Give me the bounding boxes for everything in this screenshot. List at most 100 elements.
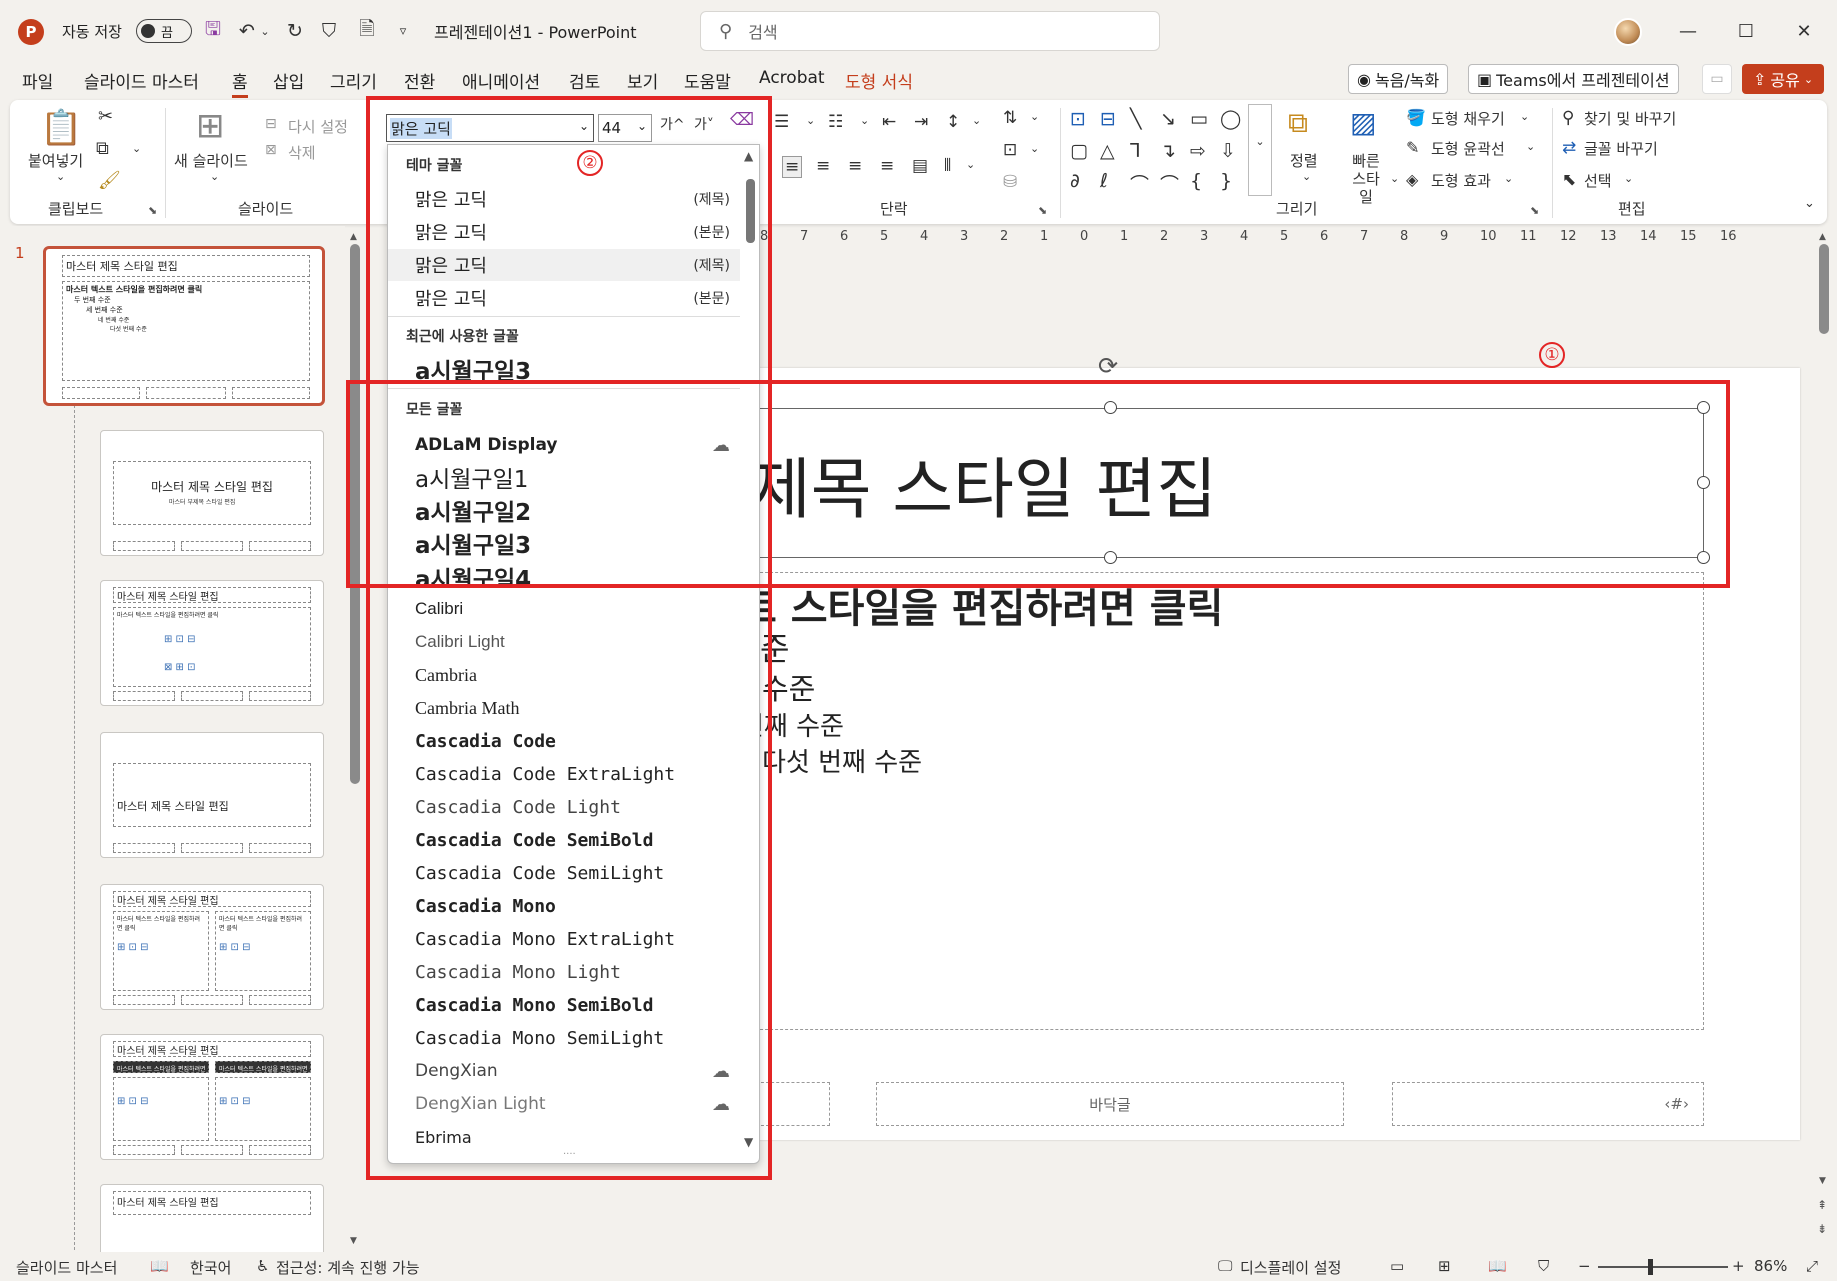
accessibility-status[interactable]: 접근성: 계속 진행 가능 [276,1257,420,1278]
scroll-down-icon[interactable]: ▼ [1819,1176,1826,1186]
quick-styles-icon[interactable]: ▨ [1350,106,1376,139]
scroll-up-icon[interactable]: ▲ [1819,232,1826,242]
scroll-down-icon[interactable]: ▼ [350,1236,357,1246]
tab-review[interactable]: 검토 [569,68,600,93]
replace-font-icon[interactable]: ⇄ [1562,138,1576,158]
tab-home[interactable]: 홈 [232,68,248,98]
layout-thumbnail-title[interactable]: 마스터 제목 스타일 편집 마스터 부제목 스타일 편집 [100,430,324,556]
maximize-icon[interactable]: ☐ [1726,14,1766,48]
numbering-dropdown-icon[interactable]: ⌄ [860,114,869,127]
collapse-ribbon-icon[interactable]: ⌄ [1804,196,1815,211]
shape-outline-dropdown-icon[interactable]: ⌄ [1526,140,1535,153]
select-dropdown-icon[interactable]: ⌄ [1624,172,1633,185]
paste-button-label[interactable]: 붙여넣기 [28,150,83,171]
display-settings-icon[interactable]: 🖵 [1218,1257,1232,1275]
layout-thumbnail-section[interactable]: 마스터 제목 스타일 편집 [100,732,324,858]
shape-fill-icon[interactable]: 🪣 [1406,108,1426,127]
language-status[interactable]: 한국어 [190,1257,231,1278]
replace-font-label[interactable]: 글꼴 바꾸기 [1584,138,1658,159]
zoom-in-icon[interactable]: + [1732,1257,1745,1275]
rotate-handle-icon[interactable]: ⟳ [1098,352,1118,380]
tab-view[interactable]: 보기 [627,68,658,93]
autosave-toggle[interactable]: 끔 [136,19,192,43]
decrease-indent-icon[interactable]: ⇤ [882,112,896,132]
right-brace-shape-icon[interactable]: } [1220,170,1232,192]
comments-icon[interactable]: ▭ [1702,64,1732,94]
drawing-launcher-icon[interactable]: ⬊ [1530,204,1539,217]
align-text-icon[interactable]: ⊡ [1003,140,1017,160]
text-direction-icon[interactable]: ⇅ [1003,108,1017,128]
scroll-up-icon[interactable]: ▲ [350,232,357,242]
align-right-icon[interactable]: ≡ [848,156,862,176]
columns-icon[interactable]: ⫴ [944,156,951,176]
elbow-arrow-shape-icon[interactable]: ↴ [1160,140,1176,162]
rounded-rectangle-shape-icon[interactable]: ▢ [1070,140,1088,162]
shape-effects-label[interactable]: 도형 효과 [1431,170,1491,191]
print-preview-icon[interactable]: 🗎 [354,18,380,44]
start-slideshow-icon[interactable]: ⛉ [316,18,342,44]
next-slide-icon[interactable]: ⇟ [1817,1222,1827,1236]
distributed-icon[interactable]: ▤ [912,156,928,176]
quick-styles-label[interactable]: 빠른 스타일 [1346,152,1386,206]
elbow-connector-shape-icon[interactable]: ⅂ [1130,140,1141,162]
layout-thumbnail-title-only[interactable]: 마스터 제목 스타일 편집 [100,1184,324,1254]
tab-insert[interactable]: 삽입 [273,68,304,93]
tab-acrobat[interactable]: Acrobat [759,68,825,88]
display-settings-label[interactable]: 디스플레이 설정 [1240,1257,1341,1278]
teams-present-button[interactable]: ▣ Teams에서 프레젠테이션 [1468,64,1679,94]
quick-styles-dropdown-icon[interactable]: ⌄ [1390,172,1399,185]
freeform-shape-icon[interactable]: ∂ [1070,170,1080,192]
align-left-icon[interactable]: ≡ [782,156,803,178]
select-label[interactable]: 선택 [1584,170,1612,191]
tab-help[interactable]: 도움말 [684,68,731,93]
new-slide-icon[interactable]: ⊞ [196,106,225,146]
find-icon[interactable]: ⚲ [1562,108,1574,128]
bullets-icon[interactable]: ☰ [774,112,789,132]
shape-effects-dropdown-icon[interactable]: ⌄ [1504,172,1513,185]
vertical-textbox-icon[interactable]: ⊟ [1100,108,1116,130]
normal-view-icon[interactable]: ▭ [1390,1257,1404,1275]
shape-fill-label[interactable]: 도형 채우기 [1431,108,1505,129]
tab-file[interactable]: 파일 [22,68,53,93]
textbox-icon[interactable]: ⊡ [1070,108,1086,130]
shape-effects-icon[interactable]: ◈ [1406,170,1418,189]
arrange-label[interactable]: 정렬 [1290,150,1318,171]
editor-scrollbar[interactable]: ▲ ▼ ⇞ ⇟ [1817,232,1830,1246]
close-icon[interactable]: ✕ [1784,14,1824,48]
tab-draw[interactable]: 그리기 [330,68,377,93]
user-avatar[interactable] [1614,18,1642,46]
text-direction-dropdown-icon[interactable]: ⌄ [1030,110,1039,123]
redo-icon[interactable]: ↻ [282,18,308,44]
layout-thumbnail-comparison[interactable]: 마스터 제목 스타일 편집 마스터 텍스트 스타일을 편집하려면 클릭 마스터 … [100,1034,324,1160]
scrollbar-thumb[interactable] [1819,244,1829,334]
down-arrow-shape-icon[interactable]: ⇩ [1220,140,1236,162]
zoom-level[interactable]: 86% [1754,1257,1787,1275]
cut-icon[interactable]: ✂ [98,106,113,127]
align-text-dropdown-icon[interactable]: ⌄ [1030,142,1039,155]
numbering-icon[interactable]: ☷ [828,112,843,132]
shape-fill-dropdown-icon[interactable]: ⌄ [1520,110,1529,123]
copy-dropdown-icon[interactable]: ⌄ [132,142,141,155]
line-shape-icon[interactable]: ╲ [1130,108,1141,130]
shape-outline-icon[interactable]: ✎ [1406,138,1419,157]
find-replace-label[interactable]: 찾기 및 바꾸기 [1584,108,1676,129]
tab-animations[interactable]: 애니메이션 [462,68,540,93]
bullets-dropdown-icon[interactable]: ⌄ [806,114,815,127]
record-button[interactable]: ◉ 녹음/녹화 [1348,64,1449,94]
tab-slide-master[interactable]: 슬라이드 마스터 [84,68,199,93]
line-spacing-icon[interactable]: ↕ [946,112,960,132]
slideshow-icon[interactable]: ⛉ [1538,1257,1549,1275]
shape-outline-label[interactable]: 도형 윤곽선 [1431,138,1505,159]
reading-view-icon[interactable]: 📖 [1488,1257,1507,1275]
new-slide-dropdown-icon[interactable]: ⌄ [210,170,219,183]
shapes-gallery-more-icon[interactable]: ⌄ [1248,104,1272,196]
search-box[interactable]: ⚲ 검색 [700,11,1160,51]
layout-thumbnail-content[interactable]: 마스터 제목 스타일 편집 마스터 텍스트 스타일을 편집하려면 클릭 ⊞ ⊡ … [100,580,324,706]
justify-icon[interactable]: ≡ [880,156,894,176]
increase-indent-icon[interactable]: ⇥ [914,112,928,132]
spelling-check-icon[interactable]: 📖 [150,1257,169,1275]
paste-dropdown-icon[interactable]: ⌄ [56,170,65,183]
paragraph-launcher-icon[interactable]: ⬊ [1038,204,1047,217]
clipboard-launcher-icon[interactable]: ⬊ [148,204,157,217]
select-icon[interactable]: ⬉ [1562,170,1576,190]
